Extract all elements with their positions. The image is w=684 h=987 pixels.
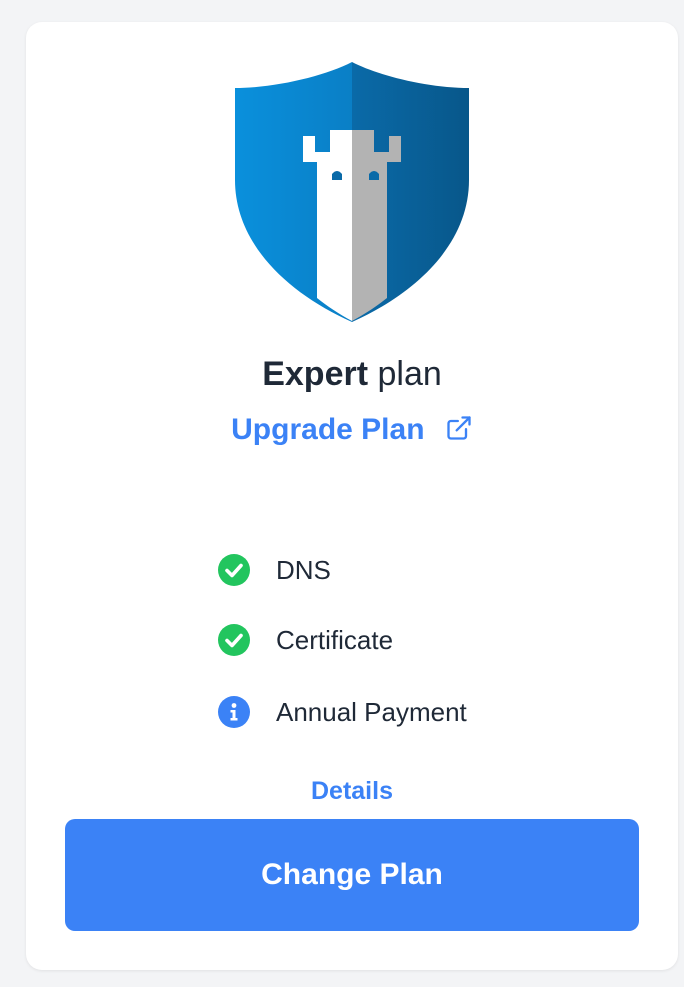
feature-label: Annual Payment <box>276 696 467 727</box>
details-link[interactable]: Details <box>26 777 678 806</box>
external-link-icon <box>447 416 471 440</box>
feature-label: DNS <box>276 554 331 585</box>
shield-castle-logo-icon <box>235 62 469 322</box>
check-circle-icon <box>218 554 250 586</box>
feature-item-dns: DNS <box>218 552 578 588</box>
feature-list: DNS Certificate Annual Payment <box>218 552 578 764</box>
plan-suffix: plan <box>377 355 442 393</box>
feature-label: Certificate <box>276 624 394 655</box>
change-plan-button[interactable]: Change Plan <box>65 819 639 931</box>
upgrade-plan-label: Upgrade Plan <box>231 413 425 446</box>
feature-item-annual-payment: Annual Payment <box>218 694 578 730</box>
upgrade-plan-link[interactable]: Upgrade Plan <box>26 410 678 450</box>
page: Expert plan Upgrade Plan DNS Certificate… <box>0 0 684 987</box>
plan-card: Expert plan Upgrade Plan DNS Certificate… <box>26 22 678 970</box>
plan-title: Expert plan <box>26 352 678 396</box>
plan-name: Expert <box>262 355 369 393</box>
check-circle-icon <box>218 624 250 656</box>
info-circle-icon[interactable] <box>218 696 250 728</box>
feature-item-certificate: Certificate <box>218 622 578 658</box>
